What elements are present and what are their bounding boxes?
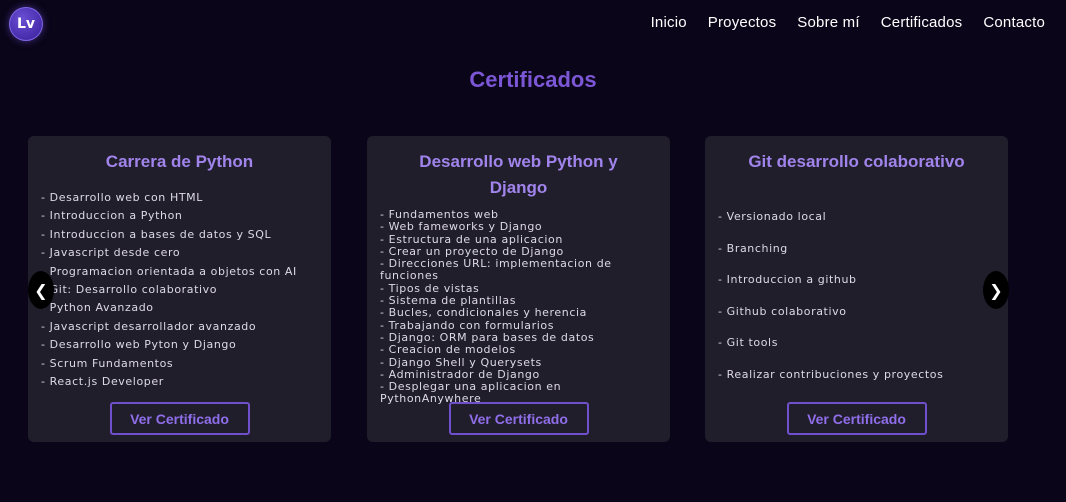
carousel-prev-button[interactable]: ❮	[28, 271, 54, 309]
nav-link-certificados[interactable]: Certificados	[881, 14, 963, 31]
list-item: Programacion orientada a objetos con AI	[41, 263, 321, 281]
course-list: Fundamentos web Web fameworks y Django E…	[380, 208, 660, 406]
list-item: Github colaborativo	[718, 296, 998, 328]
list-item: Web fameworks y Django	[380, 220, 660, 233]
list-item: React.js Developer	[41, 373, 321, 391]
course-list: Desarrollo web con HTML Introduccion a P…	[41, 189, 321, 391]
list-item: Desarrollo web con HTML	[41, 189, 321, 207]
list-item: Git tools	[718, 327, 998, 359]
list-item: Branching	[718, 233, 998, 265]
list-item: Creacion de modelos	[380, 343, 660, 356]
section-title: Certificados	[469, 67, 597, 92]
chevron-left-icon: ❮	[34, 280, 48, 300]
nav-link-sobre-mi[interactable]: Sobre mí	[797, 14, 859, 31]
list-item: Javascript desde cero	[41, 244, 321, 262]
certificate-card: Desarrollo web Python y Django Fundament…	[367, 136, 670, 442]
list-item: Desarrollo web Pyton y Django	[41, 336, 321, 354]
main-nav: Inicio Proyectos Sobre mí Certificados C…	[651, 14, 1045, 31]
list-item: Realizar contribuciones y proyectos	[718, 359, 998, 391]
card-title: Desarrollo web Python y Django	[419, 152, 618, 197]
list-item: Javascript desarrollador avanzado	[41, 318, 321, 336]
list-item: Scrum Fundamentos	[41, 355, 321, 373]
nav-link-inicio[interactable]: Inicio	[651, 14, 687, 31]
list-item: Bucles, condicionales y herencia	[380, 307, 660, 320]
certificate-card: Carrera de Python Desarrollo web con HTM…	[28, 136, 331, 442]
logo[interactable]: Lv	[9, 7, 43, 41]
list-item: Git: Desarrollo colaborativo	[41, 281, 321, 299]
list-item: Python Avanzado	[41, 299, 321, 317]
view-certificate-button[interactable]: Ver Certificado	[786, 402, 927, 435]
view-certificate-button[interactable]: Ver Certificado	[109, 402, 250, 435]
card-title: Git desarrollo colaborativo	[748, 152, 965, 171]
card-title: Carrera de Python	[105, 152, 254, 171]
course-list: Versionado local Branching Introduccion …	[718, 201, 998, 391]
carousel-next-button[interactable]: ❯	[983, 271, 1009, 309]
list-item: Versionado local	[718, 201, 998, 233]
list-item: Introduccion a github	[718, 264, 998, 296]
list-item: Direcciones URL: implementacion de funci…	[380, 258, 660, 283]
view-certificate-button[interactable]: Ver Certificado	[448, 402, 589, 435]
nav-link-contacto[interactable]: Contacto	[983, 14, 1045, 31]
list-item: Introduccion a Python	[41, 207, 321, 225]
certificate-card: Git desarrollo colaborativo Versionado l…	[705, 136, 1008, 442]
list-item: Django Shell y Querysets	[380, 356, 660, 369]
chevron-right-icon: ❯	[989, 280, 1003, 300]
list-item: Introduccion a bases de datos y SQL	[41, 226, 321, 244]
nav-link-proyectos[interactable]: Proyectos	[708, 14, 777, 31]
